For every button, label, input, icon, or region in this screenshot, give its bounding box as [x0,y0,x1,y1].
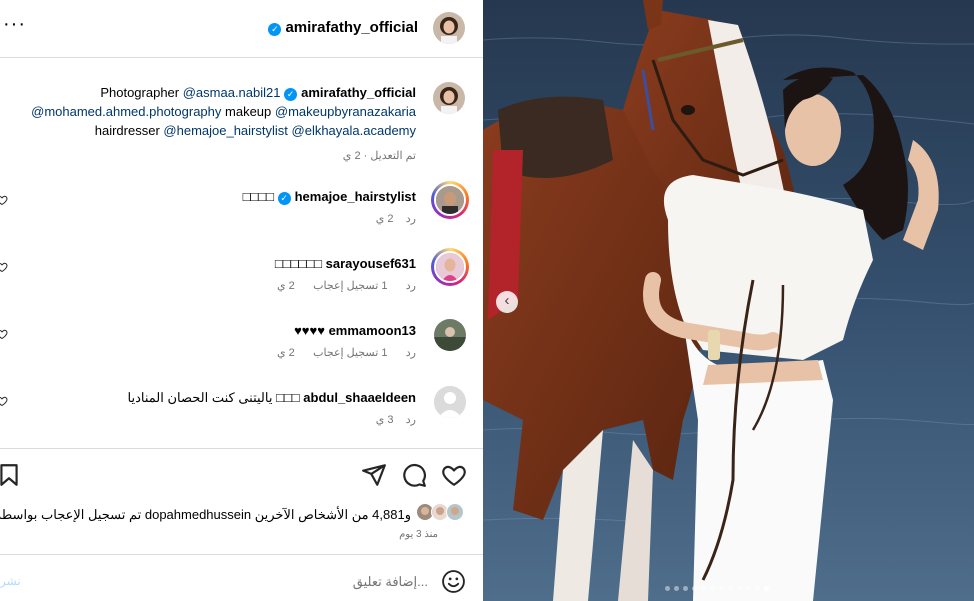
comment-text: ياليتنى كنت الحصان المناديا □□□ [127,390,300,405]
previous-image-button[interactable]: ‹ [496,291,518,313]
mention-link[interactable]: @asmaa.nabil21 [183,85,281,100]
carousel-dot[interactable] [728,586,733,591]
add-comment-input[interactable] [60,568,428,594]
comment-text: □□□□□□ [274,256,323,271]
header-username-link[interactable]: amirafathy_official [285,19,418,36]
comment-username[interactable]: emmamoon13 [329,323,416,338]
caption-text: Photographer [100,85,180,100]
reply-button[interactable]: رد [406,213,416,225]
comment-1-meta: رد 2 ي [376,212,416,225]
divider [0,448,483,449]
comment-likes[interactable]: 1 تسجيل إعجاب [313,347,387,359]
carousel-dot[interactable] [692,586,697,591]
comment-2-meta: رد 1 تسجيل إعجاب 2 ي [277,279,416,292]
comment-2: □□□□□□ sarayousef631 [275,254,416,273]
reply-button[interactable]: رد [406,280,416,292]
liker-avatar[interactable] [446,503,464,521]
caption-avatar[interactable] [433,82,465,114]
carousel-dot[interactable] [665,586,670,591]
comment-like-heart-icon[interactable] [0,194,8,206]
comment-username[interactable]: abdul_shaaeldeen [303,390,416,405]
comment-icon[interactable] [401,462,427,488]
author-avatar[interactable] [433,12,465,44]
comment-text: □□□□ [242,189,274,204]
comment-4-meta: رد 3 ي [376,413,416,426]
comment-time: 2 ي [277,347,295,359]
carousel-dot[interactable] [674,586,679,591]
comment-likes[interactable]: 1 تسجيل إعجاب [313,280,387,292]
comments-panel: ··· ✓ amirafathy_official Photographer @a… [0,0,483,601]
comment-time: 3 ي [375,414,394,426]
comment-time: 2 ي [277,280,295,292]
comment-like-heart-icon[interactable] [0,328,8,340]
caption-author[interactable]: amirafathy_official [301,85,416,100]
caption-line-3: hairdresser @hemajoe_hairstylist @elkhay… [95,121,416,140]
comment-3: ♥♥♥♥ emmamoon13 [294,321,416,340]
divider [0,554,483,555]
carousel-dot[interactable] [683,586,688,591]
comment-3-meta: رد 1 تسجيل إعجاب 2 ي [277,346,416,359]
comment-1: □□□□ ✓ hemajoe_hairstylist [243,187,416,206]
likes-summary[interactable]: تم تسجيل الإعجاب بواسطة dopahmedhussein … [0,507,411,523]
comment-username[interactable]: sarayousef631 [326,256,416,271]
mention-link[interactable]: @makeupbyranazakaria [275,104,416,119]
comment-4: ياليتنى كنت الحصان المناديا □□□ abdul_sh… [128,388,416,407]
comment-like-heart-icon[interactable] [0,261,8,273]
post-header: ··· ✓ amirafathy_official [0,0,483,58]
carousel-dot[interactable] [701,586,706,591]
emoji-icon[interactable] [441,569,466,594]
default-avatar-icon[interactable] [434,386,466,418]
caption-line-1: Photographer @asmaa.nabil21 ✓ amirafathy_… [100,83,416,102]
post-photo[interactable]: ‹ [483,0,974,601]
photo-image [483,0,974,601]
carousel-dot[interactable] [737,586,742,591]
like-heart-icon[interactable] [441,462,467,488]
caption-text: hairdresser [94,123,160,138]
post-date: منذ 3 يوم [399,529,438,540]
caption-text: makeup [225,104,272,119]
carousel-dot[interactable] [764,586,769,591]
bookmark-icon[interactable] [0,462,22,488]
mention-link[interactable]: @elkhayala.academy [292,123,416,138]
more-options-icon[interactable]: ··· [3,14,26,34]
mention-link[interactable]: @mohamed.ahmed.photography [31,104,221,119]
mention-link[interactable]: @hemajoe_hairstylist [163,123,287,138]
commenter-avatar[interactable] [434,319,466,351]
comment-like-heart-icon[interactable] [0,395,8,407]
comment-username[interactable]: hemajoe_hairstylist [295,189,416,204]
reply-button[interactable]: رد [406,347,416,359]
verified-badge-icon: ✓ [284,88,298,101]
comment-time: 2 ي [375,213,394,225]
reply-button[interactable]: رد [406,414,416,426]
commenter-avatar[interactable] [434,251,466,283]
verified-badge-icon: ✓ [277,192,291,205]
carousel-dot[interactable] [755,586,760,591]
comment-text: ♥♥♥♥ [294,323,325,338]
carousel-dot[interactable] [719,586,724,591]
share-icon[interactable] [361,462,387,488]
caption-meta: تم التعديل · 2 ي [342,150,416,162]
verified-badge-icon: ✓ [268,23,282,36]
carousel-dots [665,586,769,591]
carousel-dot[interactable] [746,586,751,591]
caption-line-2: @mohamed.ahmed.photography makeup @makeu… [31,102,416,121]
post-comment-button[interactable]: نشر [0,574,21,588]
carousel-dot[interactable] [710,586,715,591]
header-username[interactable]: ✓ amirafathy_official [268,19,418,36]
commenter-avatar[interactable] [434,184,466,216]
